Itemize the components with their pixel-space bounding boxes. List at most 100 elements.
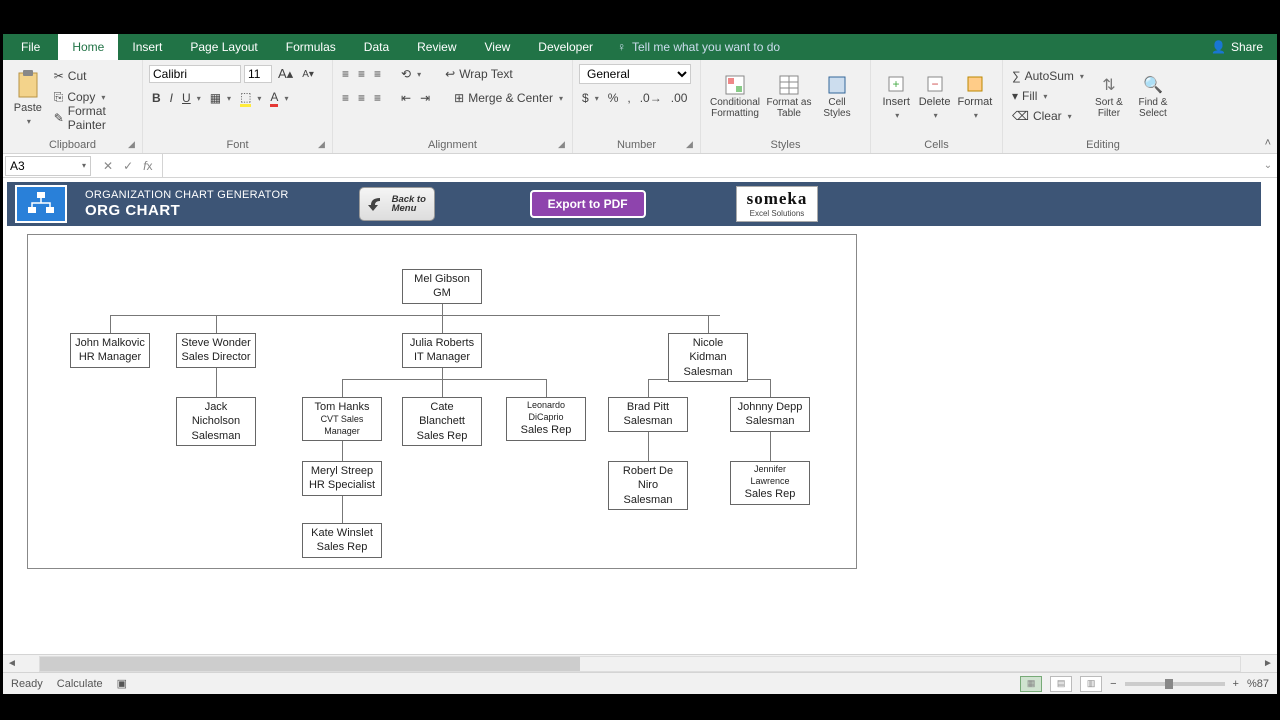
autosum-button[interactable]: ∑AutoSum▾ [1009,66,1087,86]
font-color-button[interactable]: A▾ [267,88,291,108]
org-chart-logo-icon [15,185,67,223]
back-to-menu-button[interactable]: Back toMenu [359,187,435,221]
tab-home[interactable]: Home [58,34,118,60]
alignment-dialog-launcher[interactable]: ◢ [558,139,568,149]
normal-view-button[interactable]: ▦ [1020,676,1042,692]
italic-button[interactable]: I [167,88,176,108]
brand-sub: Excel Solutions [747,209,808,218]
font-dialog-launcher[interactable]: ◢ [318,139,328,149]
font-size-input[interactable] [244,65,272,83]
align-top-button[interactable]: ≡ [339,64,352,84]
find-select-button[interactable]: 🔍 Find & Select [1131,63,1175,131]
scroll-thumb[interactable] [40,657,580,671]
name-box[interactable]: A3▾ [5,156,91,176]
sort-filter-button[interactable]: ⇅ Sort & Filter [1087,63,1131,131]
horizontal-scrollbar[interactable]: ◄ ► [3,654,1277,672]
format-painter-button[interactable]: ✎Format Painter [51,108,136,128]
tab-page-layout[interactable]: Page Layout [176,34,271,60]
page-layout-view-button[interactable]: ▤ [1050,676,1072,692]
wrap-icon: ↩ [445,67,455,81]
macro-record-icon[interactable]: ▣ [117,677,127,690]
insert-cells-button[interactable]: + Insert▾ [877,63,915,131]
number-dialog-launcher[interactable]: ◢ [686,139,696,149]
number-format-select[interactable]: General [579,64,691,84]
fill-icon: ▾ [1012,89,1018,103]
align-left-button[interactable]: ≡ [339,88,352,108]
status-bar: Ready Calculate ▣ ▦ ▤ ▥ − + %87 [3,672,1277,694]
export-pdf-button[interactable]: Export to PDF [530,190,646,218]
comma-format-button[interactable]: , [624,88,633,108]
enter-formula-button[interactable]: ✓ [123,159,133,173]
worksheet-area[interactable]: ORGANIZATION CHART GENERATOR ORG CHART B… [3,178,1277,654]
clear-button[interactable]: ⌫Clear▾ [1009,106,1087,126]
expand-formula-bar-button[interactable]: ⌄ [1259,160,1277,171]
share-icon: 👤 [1211,40,1226,54]
accounting-format-button[interactable]: $▾ [579,88,602,108]
org-node: Mel GibsonGM [402,269,482,304]
merge-center-button[interactable]: ⊞Merge & Center▾ [451,88,566,108]
scissors-icon: ✂ [54,69,64,83]
org-node: Nicole KidmanSalesman [668,333,748,382]
collapse-ribbon-button[interactable]: ˄ [1265,137,1271,149]
scroll-left-button[interactable]: ◄ [3,658,21,669]
table-label: Format as Table [763,98,815,119]
borders-button[interactable]: ▦▾ [207,88,234,108]
paste-button[interactable]: Paste ▾ [9,63,47,131]
conditional-formatting-button[interactable]: Conditional Formatting [707,63,763,131]
tab-view[interactable]: View [471,34,525,60]
zoom-in-button[interactable]: + [1233,678,1239,690]
orientation-button[interactable]: ⟲▾ [398,64,424,84]
align-center-button[interactable]: ≡ [355,88,368,108]
format-label: Format [957,96,992,108]
org-node: Jack NicholsonSalesman [176,397,256,446]
scroll-right-button[interactable]: ► [1259,658,1277,669]
cells-group-label: Cells [871,139,1002,151]
zoom-level[interactable]: %87 [1247,678,1269,690]
tab-formulas[interactable]: Formulas [272,34,350,60]
align-middle-button[interactable]: ≡ [355,64,368,84]
tab-review[interactable]: Review [403,34,470,60]
align-bottom-button[interactable]: ≡ [371,64,384,84]
svg-text:+: + [893,77,900,91]
align-right-button[interactable]: ≡ [371,88,384,108]
delete-cells-button[interactable]: − Delete▾ [915,63,953,131]
org-node: Leonardo DiCaprioSales Rep [506,397,586,441]
formula-input[interactable] [162,154,1259,177]
decrease-indent-button[interactable]: ⇤ [398,88,414,108]
page-break-view-button[interactable]: ▥ [1080,676,1102,692]
back-label-2: Menu [392,204,426,214]
decrease-font-button[interactable]: A▾ [299,64,317,84]
ribbon: Paste ▾ ✂Cut ⎘Copy▾ ✎Format Painter Clip… [3,60,1277,154]
zoom-slider[interactable] [1125,682,1225,686]
fill-button[interactable]: ▾Fill▾ [1009,86,1087,106]
zoom-out-button[interactable]: − [1110,678,1116,690]
share-button[interactable]: 👤 Share [1197,34,1277,60]
percent-format-button[interactable]: % [605,88,622,108]
increase-indent-button[interactable]: ⇥ [417,88,433,108]
cell-styles-button[interactable]: Cell Styles [815,63,859,131]
insert-label: Insert [882,96,910,108]
format-as-table-button[interactable]: Format as Table [763,63,815,131]
tell-me[interactable]: ♀ Tell me what you want to do [607,34,790,60]
underline-button[interactable]: U▾ [179,88,204,108]
insert-function-button[interactable]: fx [143,159,152,173]
cut-button[interactable]: ✂Cut [51,66,136,86]
cancel-formula-button[interactable]: ✕ [103,159,113,173]
back-arrow-icon [366,195,388,213]
decrease-decimal-button[interactable]: .00 [668,88,691,108]
tab-data[interactable]: Data [350,34,403,60]
status-calculate: Calculate [57,678,103,690]
increase-font-button[interactable]: A▴ [275,64,296,84]
font-name-input[interactable] [149,65,241,83]
wrap-text-button[interactable]: ↩Wrap Text [442,64,516,84]
bold-button[interactable]: B [149,88,164,108]
tab-developer[interactable]: Developer [524,34,607,60]
tab-insert[interactable]: Insert [118,34,176,60]
clipboard-dialog-launcher[interactable]: ◢ [128,139,138,149]
increase-decimal-button[interactable]: .0→ [637,88,665,108]
fill-color-button[interactable]: ⬚▾ [237,88,264,108]
tab-file[interactable]: File [3,34,58,60]
cell-styles-label: Cell Styles [815,98,859,119]
format-cells-button[interactable]: Format▾ [954,63,996,131]
org-node: Steve WonderSales Director [176,333,256,368]
